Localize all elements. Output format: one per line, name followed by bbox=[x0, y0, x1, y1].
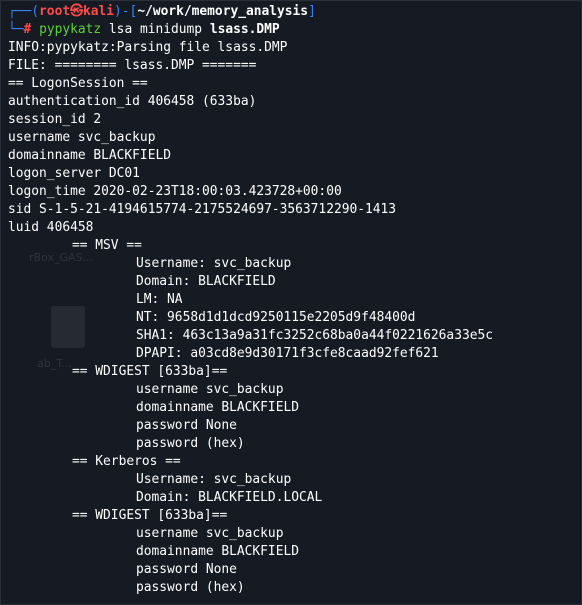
msv-username: Username: svc_backup bbox=[136, 256, 292, 271]
logon-server-line: logon_server DC01 bbox=[8, 166, 140, 181]
msv-sha1-hash: SHA1: 463c13a9a31fc3252c68ba0a44f0221626… bbox=[136, 328, 493, 343]
luid-line: luid 406458 bbox=[8, 220, 94, 235]
logon-time-line: logon_time 2020-02-23T18:00:03.423728+00… bbox=[8, 184, 342, 199]
wdigest-password-1: password None bbox=[136, 418, 237, 433]
kerberos-domain: Domain: BLACKFIELD.LOCAL bbox=[136, 490, 323, 505]
terminal-output: ┌──(root㉿kali)-[~/work/memory_analysis] … bbox=[8, 3, 493, 597]
info-line: INFO:pypykatz:Parsing file lsass.DMP bbox=[8, 40, 288, 55]
msv-domain: Domain: BLACKFIELD bbox=[136, 274, 276, 289]
wdigest-header-2: == WDIGEST [633ba]== bbox=[72, 508, 228, 523]
prompt-line-command: └─# pypykatz lsa minidump lsass.DMP bbox=[8, 21, 493, 39]
logon-session-header: == LogonSession == bbox=[8, 76, 148, 91]
username-line: username svc_backup bbox=[8, 130, 156, 145]
wdigest-domainname-1: domainname BLACKFIELD bbox=[136, 400, 299, 415]
command-file-arg: lsass.DMP bbox=[209, 22, 280, 37]
terminal-window[interactable]: rBox_GAS... ab_T... ┌──(root㉿kali)-[~/wo… bbox=[0, 0, 582, 605]
command-executable: pypykatz bbox=[39, 22, 102, 37]
wdigest-username-2: username svc_backup bbox=[136, 526, 284, 541]
kerberos-username: Username: svc_backup bbox=[136, 472, 292, 487]
msv-nt-hash: NT: 9658d1d1dcd9250115e2205d9f48400d bbox=[136, 310, 416, 325]
prompt-host: kali bbox=[82, 4, 115, 19]
authentication-id-line: authentication_id 406458 (633ba) bbox=[8, 94, 257, 109]
msv-lm: LM: NA bbox=[136, 292, 183, 307]
prompt-mid: )-[ bbox=[114, 4, 138, 19]
session-id-line: session_id 2 bbox=[8, 112, 102, 127]
prompt-path: ~/work/memory_analysis bbox=[137, 4, 309, 19]
wdigest-username-1: username svc_backup bbox=[136, 382, 284, 397]
prompt-close: ] bbox=[308, 4, 316, 19]
file-header-line: FILE: ======== lsass.DMP ======= bbox=[8, 58, 257, 73]
prompt-at-symbol: ㉿ bbox=[70, 4, 83, 19]
kerberos-header: == Kerberos == bbox=[72, 454, 181, 469]
wdigest-password-hex-2: password (hex) bbox=[136, 580, 245, 595]
domainname-line: domainname BLACKFIELD bbox=[8, 148, 171, 163]
prompt-user: root bbox=[39, 4, 71, 19]
prompt-frame-bottom: └─ bbox=[8, 22, 24, 37]
prompt-frame-top: ┌──( bbox=[8, 4, 40, 19]
msv-dpapi: DPAPI: a03cd8e9d30171f3cfe8caad92fef621 bbox=[136, 346, 439, 361]
wdigest-domainname-2: domainname BLACKFIELD bbox=[136, 544, 299, 559]
prompt-line-top: ┌──(root㉿kali)-[~/work/memory_analysis] bbox=[8, 3, 493, 21]
sid-line: sid S-1-5-21-4194615774-2175524697-35637… bbox=[8, 202, 397, 217]
wdigest-password-hex-1: password (hex) bbox=[136, 436, 245, 451]
command-args: lsa minidump bbox=[108, 22, 203, 37]
wdigest-header-1: == WDIGEST [633ba]== bbox=[72, 364, 228, 379]
wdigest-password-2: password None bbox=[136, 562, 237, 577]
prompt-hash: # bbox=[23, 22, 32, 37]
msv-header: == MSV == bbox=[72, 238, 142, 253]
